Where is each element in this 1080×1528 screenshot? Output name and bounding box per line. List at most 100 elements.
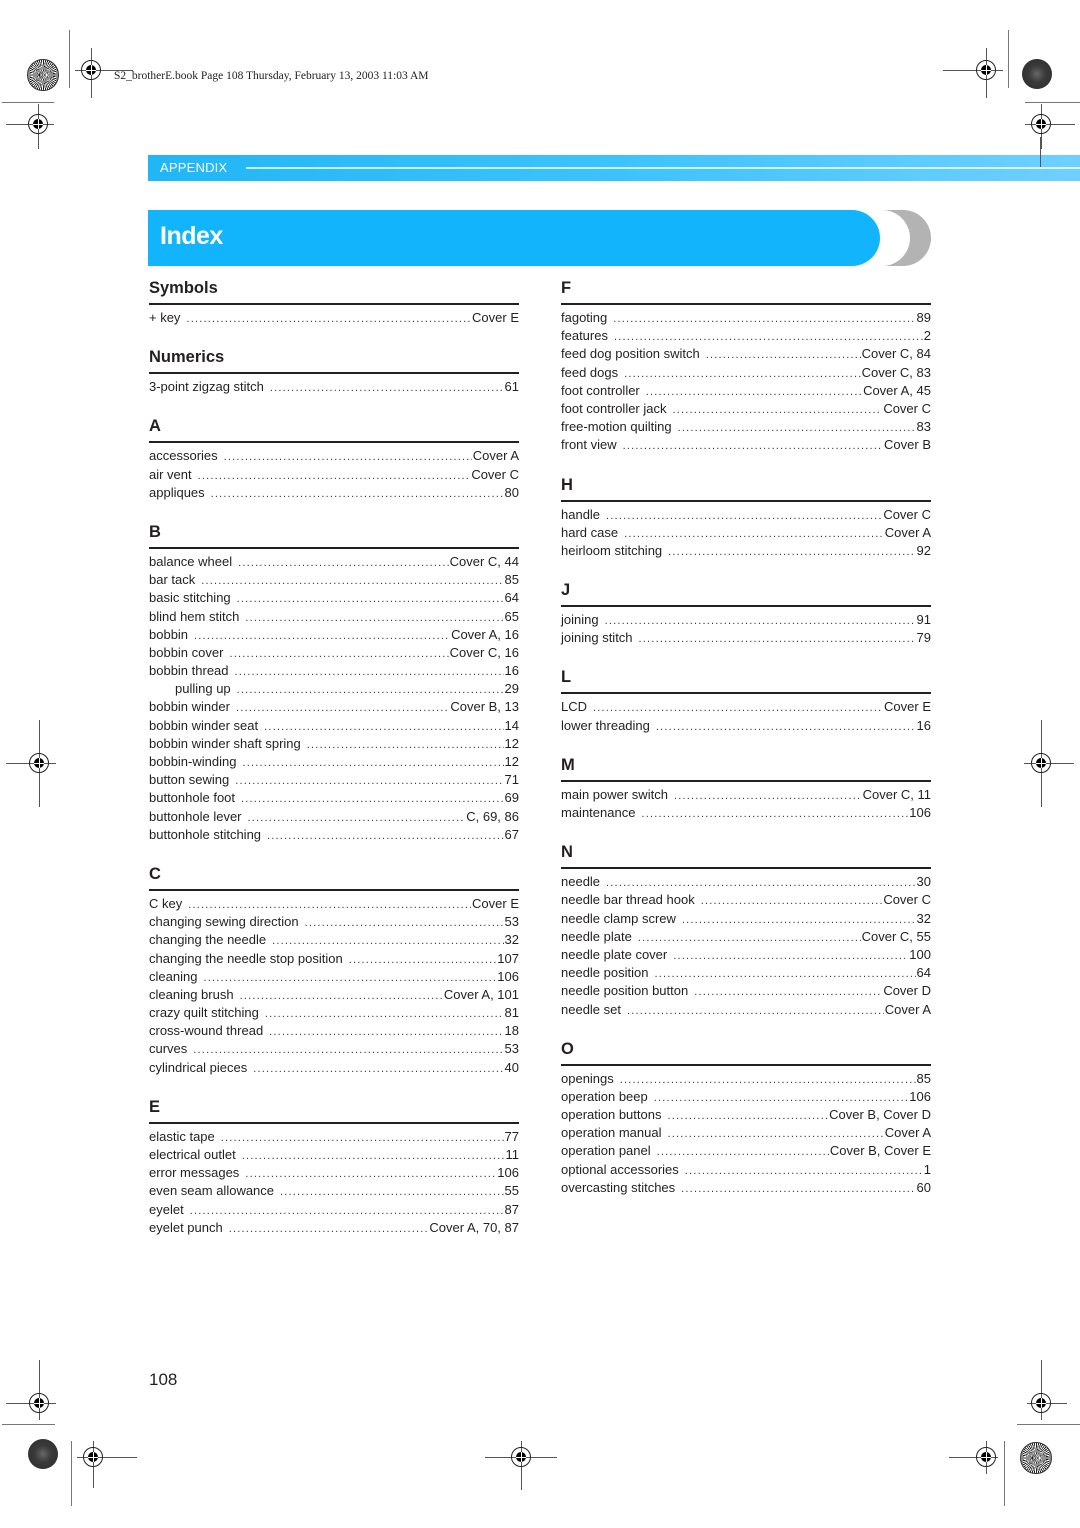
index-entry: + key Cover E	[149, 309, 519, 327]
index-entry: changing sewing direction 53	[149, 913, 519, 931]
entry-term: needle plate	[561, 928, 632, 944]
entry-page-ref: 81	[504, 1005, 519, 1021]
index-title-bar: Index	[148, 210, 880, 266]
entry-page-ref: 14	[504, 717, 519, 733]
dot-leader	[646, 383, 862, 401]
dot-leader	[245, 1165, 496, 1183]
entry-page-ref: Cover C	[883, 506, 931, 522]
index-entry: bobbin-winding 12	[149, 753, 519, 771]
entry-term: feed dog position switch	[561, 346, 700, 362]
index-entry: operation panel Cover B, Cover E	[561, 1142, 931, 1160]
index-section: L LCD Cover E lower threading 16	[561, 665, 931, 734]
dot-leader	[305, 914, 504, 932]
entry-list: LCD Cover E lower threading 16	[561, 698, 931, 734]
dot-leader	[245, 609, 503, 627]
dot-leader	[240, 987, 443, 1005]
dot-leader	[186, 310, 471, 328]
entry-page-ref: 85	[916, 1070, 931, 1086]
index-section: Jjoining 91 joining stitch 79	[561, 578, 931, 647]
entry-term: C key	[149, 895, 183, 911]
index-entry: needle position 64	[561, 964, 931, 982]
index-entry: buttonhole stitching 67	[149, 826, 519, 844]
index-entry: bobbin cover Cover C, 16	[149, 644, 519, 662]
entry-term: lower threading	[561, 717, 650, 733]
entry-page-ref: Cover C, 16	[449, 644, 519, 660]
index-entry: bar tack 85	[149, 571, 519, 589]
entry-page-ref: 80	[504, 484, 519, 500]
index-entry: optional accessories 1	[561, 1161, 931, 1179]
dot-leader	[694, 983, 882, 1001]
index-entry: balance wheel Cover C, 44	[149, 553, 519, 571]
index-entry: needle plate cover 100	[561, 946, 931, 964]
index-entry: cross-wound thread 18	[149, 1022, 519, 1040]
dot-leader	[211, 485, 504, 503]
index-entry: bobbin winder Cover B, 13	[149, 698, 519, 716]
entry-page-ref: 87	[504, 1201, 519, 1217]
entry-page-ref: Cover A	[884, 1001, 931, 1017]
entry-page-ref: 40	[504, 1059, 519, 1075]
entry-page-ref: 1	[923, 1161, 931, 1177]
dot-leader	[673, 401, 883, 419]
disc-mark-icon	[1022, 59, 1052, 89]
appendix-label: APPENDIX	[160, 160, 228, 175]
entry-term: + key	[149, 310, 181, 325]
index-section: Bbalance wheelCover C, 44bar tack85basic…	[149, 520, 519, 844]
dot-leader	[203, 969, 496, 987]
index-section: Ffagoting89features2feed dog position sw…	[561, 276, 931, 455]
entry-term: crazy quilt stitching	[149, 1005, 259, 1021]
index-section: Oopenings 85 operation beep 106 operation bu…	[561, 1037, 931, 1197]
entry-term: changing the needle stop position	[149, 950, 343, 966]
sunburst-mark-icon	[27, 59, 59, 91]
entry-term: 3-point zigzag stitch	[149, 379, 264, 395]
dot-leader	[248, 809, 466, 827]
crop-line	[2, 102, 54, 103]
dot-leader	[253, 1060, 503, 1078]
dot-leader	[654, 1089, 909, 1107]
index-entry: bobbin thread 16	[149, 662, 519, 680]
entry-page-ref: 12	[504, 754, 519, 769]
entry-page-ref: Cover A, 16	[451, 626, 519, 642]
section-heading: A	[149, 414, 519, 444]
dot-leader	[193, 1041, 503, 1059]
index-entry: eyelet 87	[149, 1201, 519, 1219]
section-heading: B	[149, 520, 519, 549]
index-entry: elastic tape 77	[149, 1128, 519, 1146]
entry-term: balance wheel	[149, 553, 233, 569]
dot-leader	[701, 892, 883, 910]
dot-leader	[624, 525, 884, 543]
dot-leader	[667, 1107, 828, 1125]
dot-leader	[627, 1002, 884, 1020]
entry-term: bobbin-winding	[149, 754, 237, 769]
index-entry: handle Cover C	[561, 506, 931, 524]
entry-page-ref: Cover E	[472, 310, 519, 325]
entry-term: changing sewing direction	[149, 914, 299, 930]
dot-leader	[641, 805, 908, 823]
index-section: Nneedle30needle bar thread hookCover Cne…	[561, 840, 931, 1019]
crop-line	[1017, 1424, 1080, 1425]
entry-term: electrical outlet	[149, 1147, 236, 1162]
index-entry: blind hem stitch 65	[149, 608, 519, 626]
entry-page-ref: Cover C, 55	[861, 928, 931, 944]
index-entry: changing the needle 32	[149, 931, 519, 949]
entry-page-ref: 77	[504, 1128, 519, 1144]
entry-term: features	[561, 328, 608, 344]
entry-page-ref: Cover C, 84	[861, 346, 931, 362]
entry-page-ref: 83	[916, 419, 931, 435]
dot-leader	[229, 1220, 429, 1238]
entry-term: needle set	[561, 1001, 621, 1017]
index-section: Symbols + key Cover E	[149, 276, 519, 327]
dot-leader	[242, 1147, 505, 1165]
dot-leader	[224, 448, 472, 466]
entry-page-ref: Cover C	[883, 892, 931, 908]
entry-page-ref: 106	[497, 1165, 519, 1181]
entry-term: main power switch	[561, 786, 668, 802]
entry-page-ref: 107	[497, 950, 519, 966]
index-entry: C key Cover E	[149, 895, 519, 913]
entry-term: overcasting stitches	[561, 1179, 676, 1195]
section-heading: O	[561, 1037, 931, 1066]
entry-page-ref: Cover C, 83	[861, 364, 931, 380]
entry-list: main power switch Cover C, 11 maintenance 1…	[561, 786, 931, 822]
entry-page-ref: Cover A	[472, 448, 519, 464]
entry-list: needle30needle bar thread hookCover Cnee…	[561, 873, 931, 1019]
index-entry: accessories Cover A	[149, 447, 519, 465]
